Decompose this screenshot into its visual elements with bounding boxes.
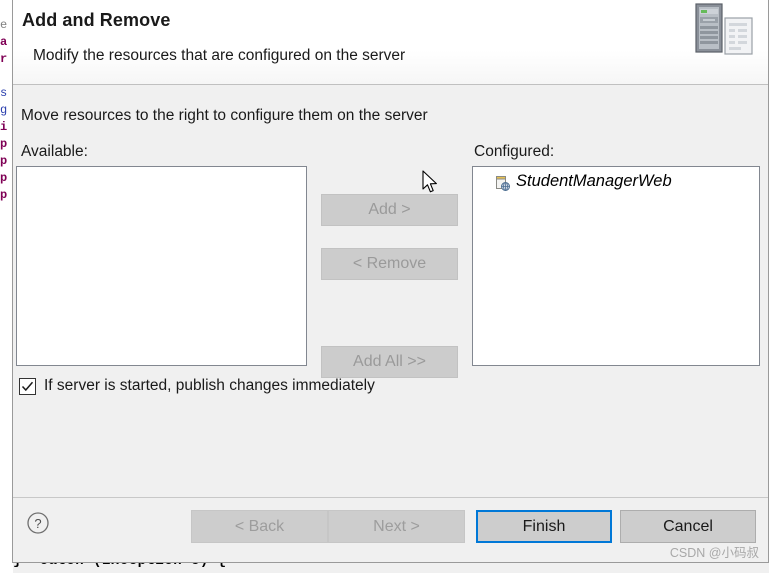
publish-immediately-label: If server is started, publish changes im… — [44, 377, 375, 394]
watermark: CSDN @小码叔 — [669, 546, 759, 560]
configured-resources-list[interactable]: StudentManagerWeb — [472, 166, 760, 366]
available-label: Available: — [21, 143, 88, 160]
available-resources-list[interactable] — [16, 166, 307, 366]
back-button[interactable]: < Back — [191, 510, 328, 543]
checkmark-icon — [21, 381, 34, 391]
finish-button[interactable]: Finish — [476, 510, 612, 543]
publish-immediately-checkbox[interactable] — [19, 377, 36, 395]
help-question-icon[interactable]: ? — [26, 511, 50, 535]
add-all-button[interactable]: Add All >> — [321, 346, 458, 378]
list-item[interactable]: StudentManagerWeb — [473, 167, 759, 191]
dialog-body: Move resources to the right to configure… — [13, 85, 768, 497]
web-module-icon — [496, 175, 510, 191]
server-and-document-icon — [695, 3, 753, 55]
publish-immediately-row[interactable]: If server is started, publish changes im… — [19, 377, 375, 395]
list-item-label: StudentManagerWeb — [516, 172, 672, 190]
instruction-text: Move resources to the right to configure… — [21, 107, 428, 124]
svg-text:?: ? — [34, 516, 41, 531]
cancel-button[interactable]: Cancel — [620, 510, 756, 543]
dialog-footer: ? < Back Next > Finish Cancel CSDN @小码叔 — [13, 497, 768, 562]
dialog-subtitle: Modify the resources that are configured… — [33, 47, 406, 64]
dialog-title: Add and Remove — [22, 10, 171, 30]
add-and-remove-dialog: Add and Remove Modify the resources that… — [12, 0, 769, 563]
configured-label: Configured: — [474, 143, 555, 160]
add-button[interactable]: Add > — [321, 194, 458, 226]
remove-button[interactable]: < Remove — [321, 248, 458, 280]
dialog-header: Add and Remove Modify the resources that… — [13, 0, 768, 85]
next-button[interactable]: Next > — [328, 510, 465, 543]
